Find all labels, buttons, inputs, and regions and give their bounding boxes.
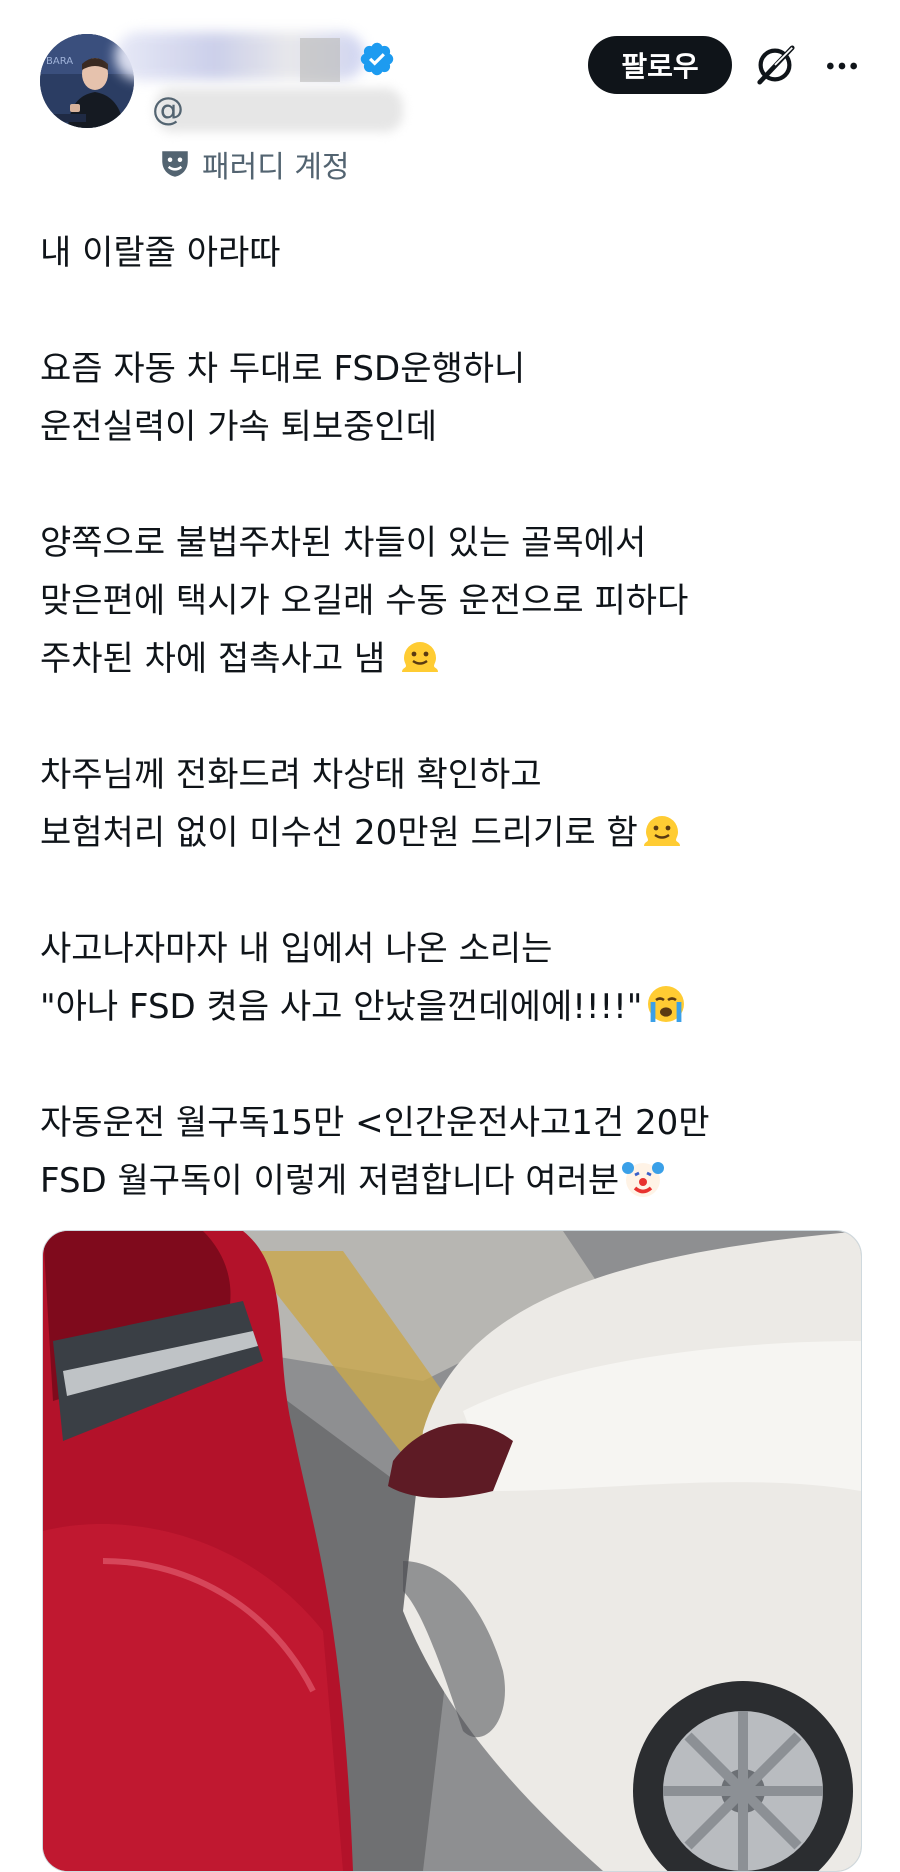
tweet-line-with-emoji: "아나 FSD 켯음 사고 안났을껀데에에!!!!": [40, 978, 860, 1036]
tweet-line: 요즘 자동 차 두대로 FSD운행하니: [40, 349, 526, 389]
tweet-line-text: "아나 FSD 켯음 사고 안났을껀데에에!!!!": [40, 987, 643, 1027]
photo-car-collision: [43, 1231, 861, 1871]
loudly-crying-face-emoji: [648, 986, 685, 1022]
parody-account-label: 패러디 계정: [158, 142, 350, 186]
melting-face-emoji: [402, 642, 439, 672]
tweet-line: 맞은편에 택시가 오길래 수동 운전으로 피하다: [40, 581, 689, 621]
tweet-line-with-emoji: 보험처리 없이 미수선 20만원 드리기로 함: [40, 804, 860, 862]
verified-badge-icon: [360, 42, 394, 76]
tweet-line-text: 보험처리 없이 미수선 20만원 드리기로 함: [40, 813, 638, 853]
follow-button[interactable]: 팔로우: [588, 36, 732, 94]
tweet-text: 내 이랄줄 아라따 요즘 자동 차 두대로 FSD운행하니 운전실력이 가속 퇴…: [40, 224, 860, 1210]
parody-mask-icon: [162, 151, 188, 177]
tweet-line-with-emoji: FSD 월구독이 이렇게 저렴합니다 여러분: [40, 1152, 860, 1210]
grok-icon[interactable]: [752, 42, 798, 88]
clown-face-emoji: [622, 1162, 665, 1197]
svg-text:BARA: BARA: [46, 56, 73, 67]
tweet-photo[interactable]: [42, 1230, 862, 1872]
tweet-line: 양쪽으로 불법주차된 차들이 있는 골목에서: [40, 523, 647, 563]
tweet-line: 내 이랄줄 아라따: [40, 233, 281, 273]
handle-redacted: [155, 88, 403, 132]
handle-prefix: @: [152, 90, 184, 128]
tweet-line: 운전실력이 가속 퇴보중인데: [40, 407, 437, 447]
display-name-redaction-block: [300, 38, 340, 82]
tweet-line: 차주님께 전화드려 차상태 확인하고: [40, 755, 542, 795]
tweet-line-text: 주차된 차에 접촉사고 냄: [40, 639, 386, 679]
more-icon[interactable]: [820, 46, 864, 86]
parody-label-text: 패러디 계정: [202, 150, 350, 185]
melting-face-emoji: [643, 816, 680, 846]
tweet-line-text: FSD 월구독이 이렇게 저렴합니다 여러분: [40, 1161, 620, 1201]
tweet-line: 자동운전 월구독15만 <인간운전사고1건 20만: [40, 1103, 710, 1143]
tweet-line: 사고나자마자 내 입에서 나온 소리는: [40, 929, 553, 969]
tweet-line-with-emoji: 주차된 차에 접촉사고 냄: [40, 630, 860, 688]
